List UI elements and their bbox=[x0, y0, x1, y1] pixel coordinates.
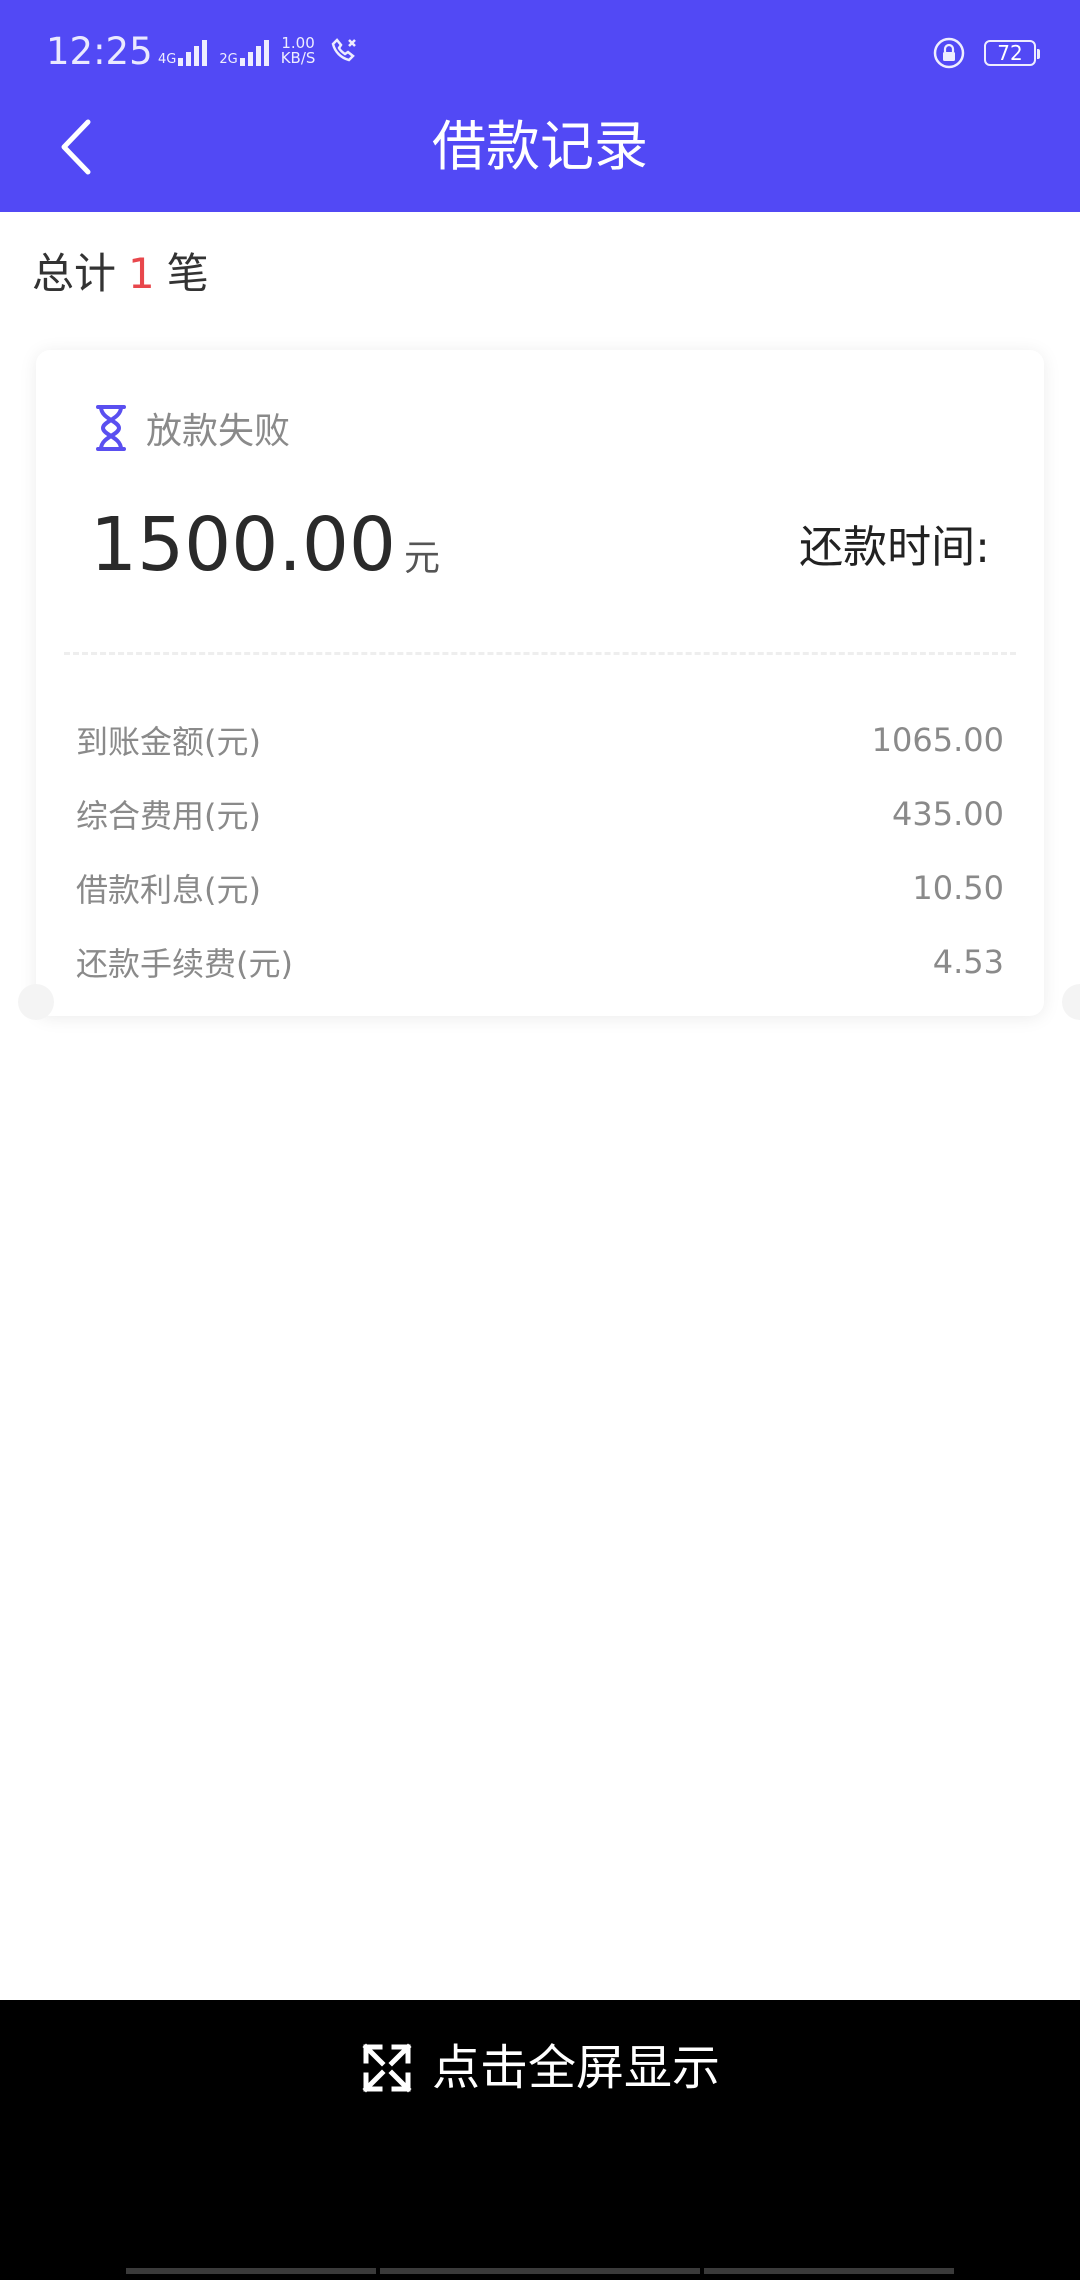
navigation-bar bbox=[126, 2268, 954, 2274]
detail-label: 还款手续费(元) bbox=[76, 945, 293, 983]
expand-icon bbox=[362, 2043, 412, 2093]
network-4g-label: 4G bbox=[158, 52, 177, 67]
total-count: 1 bbox=[128, 249, 155, 298]
hd-call-icon bbox=[332, 38, 357, 62]
signal-icon bbox=[178, 38, 208, 66]
detail-row-received: 到账金额(元) 1065.00 bbox=[76, 714, 1004, 766]
hourglass-icon bbox=[96, 405, 126, 451]
loan-status: 放款失败 bbox=[92, 402, 290, 454]
fullscreen-overlay: 点击全屏显示 bbox=[0, 2000, 1080, 2280]
loan-record-card[interactable]: 放款失败 1500.00 元 还款时间: 到账金额(元) 1065.00 综合费… bbox=[18, 350, 1080, 1020]
detail-value: 435.00 bbox=[892, 795, 1004, 833]
top-app-bar: 12:25 4G 2G 1.00 KB/S 72 借款记录 bbox=[0, 0, 1080, 212]
detail-row-fees: 综合费用(元) 435.00 bbox=[76, 788, 1004, 840]
loan-status-text: 放款失败 bbox=[146, 411, 291, 452]
loan-amount-value: 1500.00 bbox=[90, 502, 397, 588]
status-right-icons: 72 bbox=[932, 36, 1040, 70]
page-title: 借款记录 bbox=[432, 115, 648, 178]
detail-value: 4.53 bbox=[932, 943, 1004, 981]
battery-icon: 72 bbox=[984, 40, 1040, 66]
fullscreen-label: 点击全屏显示 bbox=[432, 2040, 721, 2096]
ticket-notch-left bbox=[18, 984, 54, 1020]
detail-label: 到账金额(元) bbox=[76, 723, 261, 761]
status-left-icons: 4G 2G 1.00 KB/S bbox=[158, 36, 363, 66]
detail-value: 10.50 bbox=[912, 869, 1004, 907]
signal-icon bbox=[239, 38, 269, 66]
signal-4g: 4G bbox=[158, 38, 208, 67]
dashed-divider bbox=[64, 652, 1016, 655]
detail-label: 借款利息(元) bbox=[76, 871, 261, 909]
repay-time-label: 还款时间: bbox=[799, 522, 990, 573]
detail-label: 综合费用(元) bbox=[76, 797, 261, 835]
ticket-notch-right bbox=[1062, 984, 1080, 1020]
rotation-lock-icon bbox=[933, 37, 965, 69]
battery-level: 72 bbox=[997, 41, 1023, 65]
network-2g-label: 2G bbox=[219, 52, 238, 67]
status-time: 12:25 bbox=[46, 30, 153, 73]
speed-unit: KB/S bbox=[280, 49, 316, 67]
total-count-summary: 总计 1 笔 bbox=[32, 246, 209, 302]
total-suffix: 笔 bbox=[166, 249, 209, 298]
loan-amount: 1500.00 元 bbox=[90, 500, 440, 590]
network-speed: 1.00 KB/S bbox=[281, 36, 316, 66]
total-prefix: 总计 bbox=[32, 249, 117, 298]
signal-2g: 2G bbox=[219, 38, 269, 67]
detail-row-handling-fee: 还款手续费(元) 4.53 bbox=[76, 936, 1004, 988]
detail-row-interest: 借款利息(元) 10.50 bbox=[76, 862, 1004, 914]
detail-value: 1065.00 bbox=[871, 721, 1004, 759]
fullscreen-button[interactable]: 点击全屏显示 bbox=[360, 2038, 720, 2098]
loan-amount-unit: 元 bbox=[404, 538, 441, 579]
